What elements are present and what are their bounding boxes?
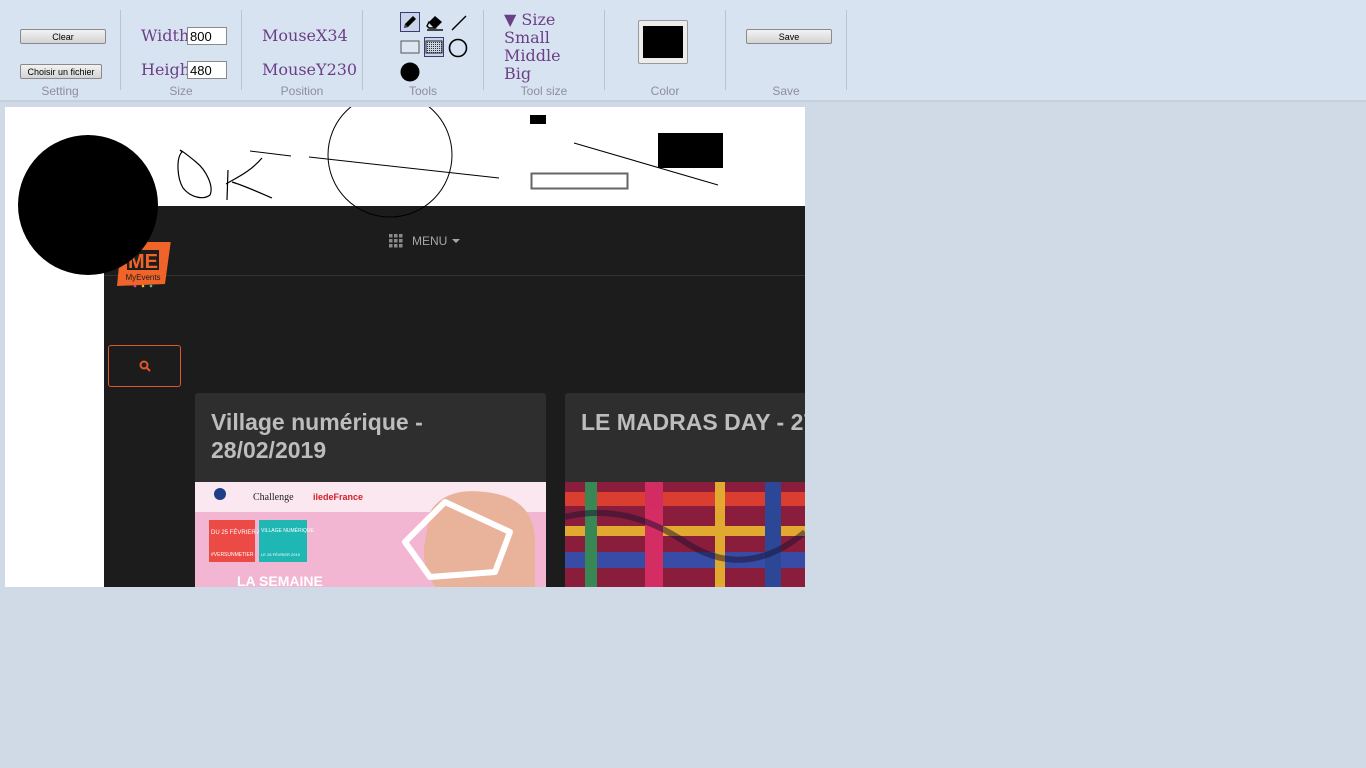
width-input[interactable] xyxy=(187,27,227,45)
tools-group: Tools xyxy=(363,10,484,98)
width-label: Width xyxy=(141,26,190,45)
drawing-layer xyxy=(18,107,723,275)
tools-caption: Tools xyxy=(408,84,437,98)
color-picker[interactable] xyxy=(638,20,688,64)
drawing-canvas[interactable]: MENU ME MyEvents Village numérique - 28/… xyxy=(5,107,805,587)
position-group: MouseX34 MouseY230 Position xyxy=(242,10,363,98)
size-caption: Size xyxy=(169,84,193,98)
drawn-line xyxy=(249,150,292,157)
drawn-filled-rectangle xyxy=(530,115,546,124)
drawn-line xyxy=(308,156,500,179)
size-group: Width Height Size xyxy=(121,10,242,98)
save-group: Save Save xyxy=(726,10,847,98)
size-option-big[interactable]: Big xyxy=(504,64,531,83)
position-caption: Position xyxy=(280,84,324,98)
save-button[interactable]: Save xyxy=(746,29,832,44)
height-input[interactable] xyxy=(187,61,227,79)
size-option-small[interactable]: Small xyxy=(504,28,550,47)
drawn-filled-rectangle xyxy=(658,133,723,168)
eraser-icon[interactable] xyxy=(425,13,445,33)
toolbar: Clear Choisir un fichier Setting Width H… xyxy=(0,0,1366,102)
size-dropdown[interactable]: ▼ Size xyxy=(504,10,555,29)
drawn-filled-circle xyxy=(18,135,158,275)
tool-size-group: ▼ Size Small Middle Big Tool size xyxy=(484,10,605,98)
color-caption: Color xyxy=(650,84,680,98)
drawn-freehand-stroke xyxy=(225,157,273,201)
clear-button[interactable]: Clear xyxy=(20,29,106,44)
filled-circle-icon[interactable] xyxy=(400,62,420,82)
drawn-circle xyxy=(327,107,453,218)
pencil-icon[interactable] xyxy=(400,12,420,32)
line-icon[interactable] xyxy=(449,13,469,33)
drawn-rectangle xyxy=(530,172,629,190)
mouse-x-readout: MouseX34 xyxy=(262,26,348,45)
filled-rectangle-icon[interactable] xyxy=(424,37,444,57)
size-option-middle[interactable]: Middle xyxy=(504,46,561,65)
rectangle-icon[interactable] xyxy=(400,37,420,57)
circle-icon[interactable] xyxy=(448,38,468,58)
color-swatch xyxy=(643,26,683,58)
setting-caption: Setting xyxy=(41,84,79,98)
setting-group: Clear Choisir un fichier Setting xyxy=(0,10,121,98)
mouse-y-readout: MouseY230 xyxy=(262,60,358,79)
save-caption: Save xyxy=(772,84,800,98)
drawn-freehand-stroke xyxy=(177,149,212,199)
tool-size-caption: Tool size xyxy=(520,84,568,98)
color-group: Color xyxy=(605,10,726,98)
choose-file-button[interactable]: Choisir un fichier xyxy=(20,64,102,79)
